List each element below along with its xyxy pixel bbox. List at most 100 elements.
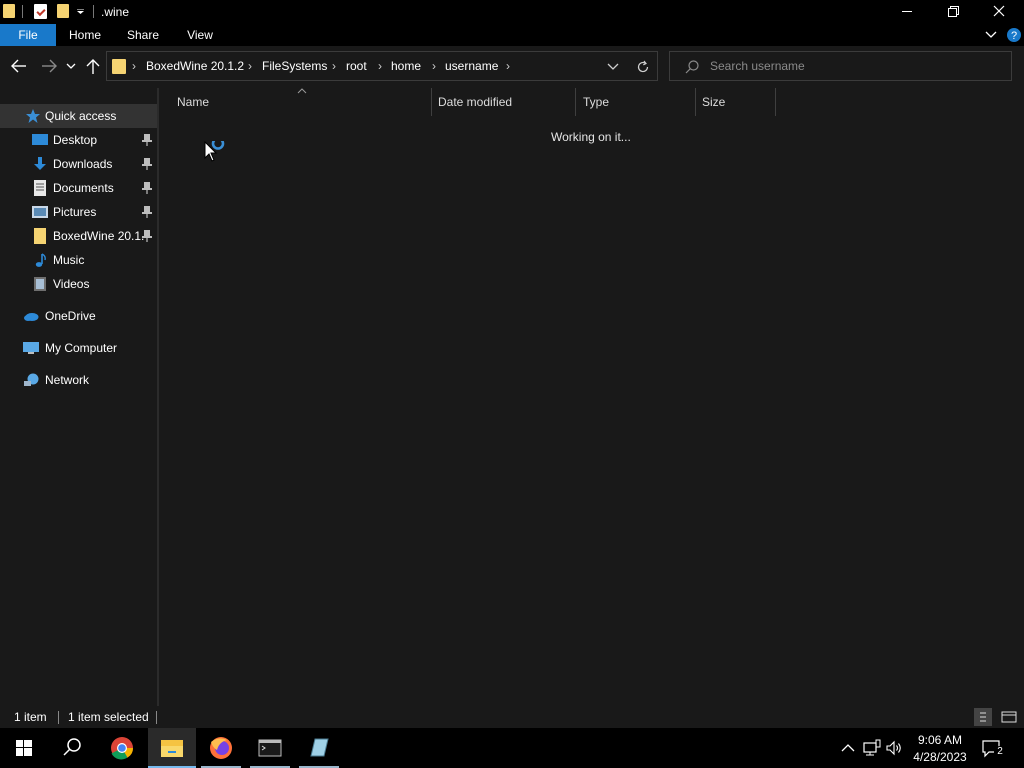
refresh-icon[interactable] xyxy=(635,59,651,75)
loading-message: Working on it... xyxy=(551,130,631,144)
volume-icon[interactable] xyxy=(884,738,904,758)
taskbar-clock[interactable]: 9:06 AM 4/28/2023 xyxy=(910,732,970,766)
nav-label: Pictures xyxy=(53,205,97,219)
chevron-down-icon[interactable] xyxy=(607,62,619,72)
breadcrumb-filesystems[interactable]: FileSystems xyxy=(262,59,327,73)
pane-divider[interactable] xyxy=(157,88,159,706)
breadcrumb-boxedwine[interactable]: BoxedWine 20.1.2 xyxy=(146,59,244,73)
breadcrumb-separator[interactable]: › xyxy=(248,59,252,73)
tab-file[interactable]: File xyxy=(0,24,56,46)
details-view-button[interactable] xyxy=(974,708,992,726)
nav-label: Music xyxy=(53,253,85,267)
pin-icon[interactable] xyxy=(141,133,153,147)
nav-item-quick-access[interactable]: Quick access xyxy=(0,104,157,128)
search-icon xyxy=(63,738,81,756)
nav-item-desktop[interactable]: Desktop xyxy=(0,128,157,152)
chevron-down-icon xyxy=(66,63,76,69)
taskbar-file-explorer[interactable] xyxy=(148,728,196,768)
back-button[interactable] xyxy=(8,54,30,78)
recent-locations-button[interactable] xyxy=(63,54,79,78)
folder-icon xyxy=(3,4,15,18)
clock-time: 9:06 AM xyxy=(917,733,963,747)
nav-item-music[interactable]: Music xyxy=(0,248,157,272)
nav-item-videos[interactable]: Videos xyxy=(0,272,157,296)
breadcrumb-separator[interactable]: › xyxy=(332,59,336,73)
network-status-icon[interactable] xyxy=(862,738,882,758)
tab-view[interactable]: View xyxy=(178,24,222,46)
search-box[interactable] xyxy=(669,51,1012,81)
firefox-icon xyxy=(210,737,232,759)
item-count: 1 item xyxy=(14,710,47,724)
restore-button[interactable] xyxy=(930,0,976,24)
folder-icon xyxy=(112,59,126,74)
toolbar-separator xyxy=(93,5,94,18)
breadcrumb-separator[interactable]: › xyxy=(506,59,510,73)
action-center-button[interactable]: 2 xyxy=(980,736,1006,760)
breadcrumb-separator[interactable]: › xyxy=(432,59,436,73)
star-icon xyxy=(26,109,40,123)
breadcrumb-separator[interactable]: › xyxy=(378,59,382,73)
breadcrumb-username[interactable]: username xyxy=(445,59,498,73)
nav-item-documents[interactable]: Documents xyxy=(0,176,157,200)
breadcrumb-home[interactable]: home xyxy=(391,59,421,73)
terminal-icon xyxy=(258,739,282,757)
properties-icon[interactable] xyxy=(34,4,47,19)
nav-item-boxedwine[interactable]: BoxedWine 20.1. xyxy=(0,224,157,248)
folder-icon xyxy=(34,228,46,244)
start-button[interactable] xyxy=(0,728,48,768)
downloads-icon xyxy=(34,157,46,170)
minimize-button[interactable] xyxy=(884,0,930,24)
breadcrumb-separator[interactable]: › xyxy=(132,59,136,73)
network-icon xyxy=(24,373,39,386)
help-icon[interactable]: ? xyxy=(1007,27,1021,43)
busy-cursor-icon xyxy=(204,141,225,162)
close-button[interactable] xyxy=(976,0,1022,24)
address-bar[interactable]: › BoxedWine 20.1.2 › FileSystems › root … xyxy=(106,51,658,81)
pin-icon[interactable] xyxy=(141,181,153,195)
column-divider[interactable] xyxy=(575,88,576,116)
column-name[interactable]: Name xyxy=(177,95,209,109)
close-icon xyxy=(993,5,1005,17)
pin-icon[interactable] xyxy=(141,205,153,219)
taskbar-terminal[interactable] xyxy=(246,728,294,768)
pin-icon[interactable] xyxy=(141,229,153,243)
ribbon: File Home Share View ? xyxy=(0,24,1024,46)
nav-label: Desktop xyxy=(53,133,98,147)
column-divider[interactable] xyxy=(695,88,696,116)
column-type[interactable]: Type xyxy=(583,95,609,109)
nav-item-pictures[interactable]: Pictures xyxy=(0,200,157,224)
taskbar-boxedwine[interactable] xyxy=(295,728,343,768)
breadcrumb-root[interactable]: root xyxy=(346,59,367,73)
nav-item-network[interactable]: Network xyxy=(0,368,157,392)
taskbar: 9:06 AM 4/28/2023 2 xyxy=(0,728,1024,768)
new-folder-icon[interactable] xyxy=(57,4,69,18)
up-arrow-icon xyxy=(86,59,100,74)
column-divider[interactable] xyxy=(431,88,432,116)
column-size[interactable]: Size xyxy=(702,95,725,109)
search-input[interactable] xyxy=(710,58,1000,74)
nav-label: Quick access xyxy=(45,109,117,123)
tab-share[interactable]: Share xyxy=(120,24,166,46)
start-icon xyxy=(16,740,32,756)
nav-item-my-computer[interactable]: My Computer xyxy=(0,336,157,360)
forward-button[interactable] xyxy=(38,54,60,78)
customize-quick-access-icon[interactable] xyxy=(77,9,84,14)
show-hidden-icons-icon[interactable] xyxy=(838,738,858,758)
tab-home[interactable]: Home xyxy=(60,24,110,46)
taskbar-firefox[interactable] xyxy=(197,728,245,768)
nav-item-downloads[interactable]: Downloads xyxy=(0,152,157,176)
nav-label: Network xyxy=(45,373,90,387)
minimize-icon xyxy=(902,11,912,12)
pin-icon[interactable] xyxy=(141,157,153,171)
taskbar-chrome[interactable] xyxy=(98,728,146,768)
clock-date: 4/28/2023 xyxy=(913,750,967,764)
large-icons-view-button[interactable] xyxy=(1000,708,1018,726)
column-divider[interactable] xyxy=(775,88,776,116)
up-button[interactable] xyxy=(82,54,104,78)
nav-label: Documents xyxy=(53,181,114,195)
column-date-modified[interactable]: Date modified xyxy=(438,95,512,109)
nav-item-onedrive[interactable]: OneDrive xyxy=(0,304,157,328)
expand-ribbon-icon[interactable] xyxy=(985,30,997,40)
nav-label: My Computer xyxy=(45,341,118,355)
taskbar-search-button[interactable] xyxy=(48,728,96,768)
